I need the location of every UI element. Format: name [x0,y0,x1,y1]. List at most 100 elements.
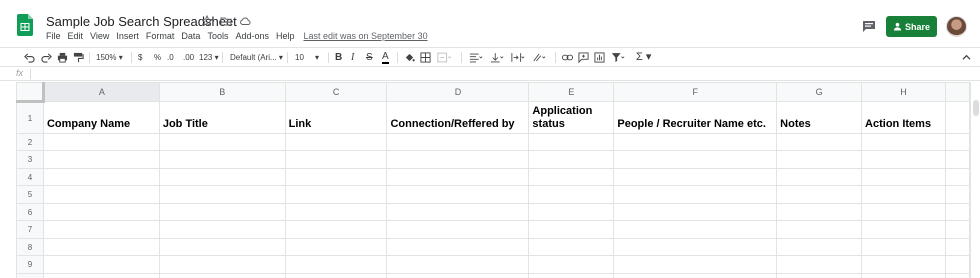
menu-add-ons[interactable]: Add-ons [235,31,269,41]
grid-cell[interactable] [386,133,530,151]
functions-icon[interactable]: Σ ▾ [636,51,651,64]
menu-format[interactable]: Format [146,31,175,41]
grid-cell[interactable] [613,168,778,186]
grid-cell[interactable] [284,168,388,186]
grid-cell[interactable] [284,185,388,204]
grid-cell[interactable] [42,220,160,239]
grid-cell[interactable] [861,238,946,256]
grid-cell[interactable] [386,238,530,256]
row-header-4[interactable]: 4 [16,168,44,186]
italic-icon[interactable]: I [351,51,354,64]
menu-insert[interactable]: Insert [116,31,139,41]
cell-g1[interactable]: Notes [776,101,863,134]
cell-e1[interactable]: Application status [528,101,615,134]
grid-cell[interactable] [944,150,970,169]
cell-c1[interactable]: Link [284,101,388,134]
grid-cell[interactable] [386,255,530,274]
grid-cell[interactable] [613,150,778,169]
cell-b1[interactable]: Job Title [158,101,286,134]
insert-chart-icon[interactable] [594,51,605,64]
menu-file[interactable]: File [46,31,61,41]
grid-cell[interactable] [944,273,970,278]
insert-comment-icon[interactable] [578,51,589,64]
filter-icon[interactable] [611,51,625,64]
avatar[interactable] [946,16,967,37]
grid-cell[interactable] [284,238,388,256]
horizontal-align-icon[interactable] [469,51,483,64]
text-rotation-icon[interactable] [532,51,546,64]
grid-cell[interactable] [776,133,863,151]
grid-cell[interactable] [158,220,286,239]
grid-cell[interactable] [861,133,946,151]
grid-cell[interactable] [42,238,160,256]
grid-cell[interactable] [42,203,160,221]
column-header-a[interactable]: A [42,82,160,102]
last-edit-link[interactable]: Last edit was on September 30 [304,31,428,41]
grid-cell[interactable] [158,185,286,204]
grid-cell[interactable] [776,255,863,274]
cloud-status-icon[interactable] [239,14,251,26]
percent-format-button[interactable]: % [154,51,161,64]
grid-cell[interactable] [528,133,615,151]
paint-format-icon[interactable] [73,51,84,64]
grid-cell[interactable] [613,220,778,239]
grid-cell[interactable] [158,255,286,274]
column-header-c[interactable]: C [284,82,388,102]
row-header-3[interactable]: 3 [16,150,44,169]
grid-cell[interactable] [284,133,388,151]
grid-cell[interactable] [158,203,286,221]
increase-decimal-button[interactable]: .00 [183,51,194,64]
column-header-d[interactable]: D [386,82,530,102]
grid-cell[interactable] [613,238,778,256]
grid-cell[interactable] [528,238,615,256]
row-header-8[interactable]: 8 [16,238,44,256]
grid-cell[interactable] [386,150,530,169]
grid-cell[interactable] [776,273,863,278]
grid-cell[interactable] [613,273,778,278]
grid-cell[interactable] [944,133,970,151]
grid-cell[interactable] [528,273,615,278]
menu-tools[interactable]: Tools [207,31,228,41]
grid-cell[interactable] [42,255,160,274]
redo-icon[interactable] [41,51,52,64]
grid-cell[interactable] [528,220,615,239]
grid-cell[interactable] [861,220,946,239]
fill-color-icon[interactable] [404,51,415,64]
grid-cell[interactable] [861,273,946,278]
grid-cell[interactable] [776,168,863,186]
grid-cell[interactable] [42,168,160,186]
scrollbar-thumb[interactable] [973,100,979,116]
grid-cell[interactable] [776,150,863,169]
row-header-10[interactable]: 10 [16,273,44,278]
font-select[interactable]: Default (Ari... ▾ [230,51,283,64]
row-header-5[interactable]: 5 [16,185,44,204]
grid-cell[interactable] [861,185,946,204]
grid-cell[interactable] [158,133,286,151]
grid-cell[interactable] [158,168,286,186]
grid-cell[interactable] [776,203,863,221]
grid-cell[interactable] [861,255,946,274]
grid-cell[interactable] [861,168,946,186]
share-button[interactable]: Share [886,16,937,37]
grid-cell[interactable] [613,255,778,274]
grid-cell[interactable] [158,150,286,169]
grid-cell[interactable] [158,238,286,256]
grid-cell[interactable] [386,185,530,204]
grid-cell[interactable] [944,185,970,204]
row-header-7[interactable]: 7 [16,220,44,239]
collapse-toolbar-icon[interactable] [962,51,971,64]
undo-icon[interactable] [24,51,35,64]
grid-cell[interactable] [944,238,970,256]
comments-icon[interactable] [862,20,876,33]
merge-cells-icon[interactable] [437,51,451,64]
grid-cell[interactable] [386,168,530,186]
zoom-select[interactable]: 150% ▾ [96,51,123,64]
decrease-decimal-button[interactable]: .0 [167,51,174,64]
column-header-i[interactable] [944,82,970,102]
strikethrough-icon[interactable]: S [366,51,373,64]
more-formats-select[interactable]: 123 ▾ [199,51,219,64]
grid-cell[interactable] [42,273,160,278]
grid-cell[interactable] [42,150,160,169]
grid-cell[interactable] [944,203,970,221]
grid-cell[interactable] [613,185,778,204]
